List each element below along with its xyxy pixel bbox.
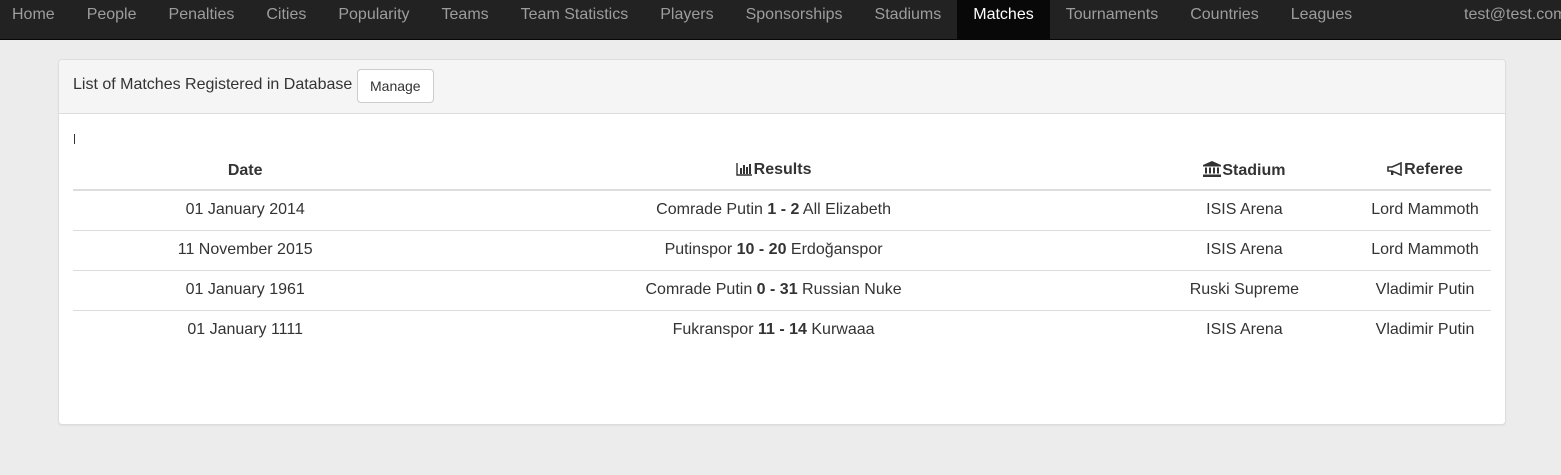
match-score: 0 - 31 (756, 281, 798, 298)
cell-referee: Vladimir Putin (1359, 270, 1491, 311)
nav-item-teams[interactable]: Teams (426, 0, 505, 39)
nav-item-popularity[interactable]: Popularity (322, 0, 425, 39)
nav-item-stadiums[interactable]: Stadiums (859, 0, 958, 39)
nav-list: Home People Penalties Cities Popularity … (0, 0, 1368, 39)
cell-stadium: Ruski Supreme (1129, 270, 1360, 311)
table-row: 01 January 1111 Fukranspor 11 - 14 Kurwa… (73, 310, 1491, 350)
bar-chart-icon (735, 162, 753, 181)
cell-date: 11 November 2015 (73, 230, 418, 271)
nav-item-sponsorships[interactable]: Sponsorships (730, 0, 859, 39)
home-team: Comrade Putin (645, 281, 753, 298)
cell-results: Putinspor 10 - 20 Erdoğanspor (417, 230, 1130, 271)
table-row: 01 January 2014 Comrade Putin 1 - 2 All … (73, 190, 1491, 231)
nav-item-countries[interactable]: Countries (1174, 0, 1274, 39)
nav-item-penalties[interactable]: Penalties (153, 0, 251, 39)
manage-button[interactable]: Manage (357, 69, 434, 103)
cell-referee: Vladimir Putin (1359, 310, 1491, 350)
table-header-row: Date Results Stadium Referee (73, 153, 1491, 191)
panel-heading: List of Matches Registered in Database M… (59, 60, 1505, 114)
nav-item-players[interactable]: Players (644, 0, 729, 39)
cell-stadium: ISIS Arena (1206, 201, 1283, 218)
nav-item-cities[interactable]: Cities (250, 0, 322, 39)
away-team: Russian Nuke (802, 281, 902, 298)
header-referee: Referee (1359, 153, 1491, 191)
building-icon (1203, 160, 1222, 182)
header-results-label: Results (753, 161, 812, 178)
home-team: Fukranspor (672, 321, 754, 338)
nav-item-matches[interactable]: Matches (957, 0, 1050, 39)
matches-panel: List of Matches Registered in Database M… (58, 59, 1506, 425)
top-navbar: Home People Penalties Cities Popularity … (0, 0, 1561, 40)
nav-user-email[interactable]: test@test.com (1464, 0, 1561, 39)
nav-item-people[interactable]: People (71, 0, 153, 39)
header-date-label: Date (227, 162, 263, 179)
matches-table: Date Results Stadium Referee 01 January … (73, 153, 1491, 350)
away-team: Kurwaaa (811, 321, 875, 338)
match-score: 1 - 2 (767, 201, 800, 218)
away-team: Erdoğanspor (790, 241, 883, 258)
home-team: Comrade Putin (656, 201, 763, 218)
header-stadium: Stadium (1129, 153, 1360, 191)
cell-date: 01 January 2014 (185, 201, 305, 218)
cell-results: Comrade Putin 0 - 31 Russian Nuke (417, 270, 1130, 311)
cell-date: 01 January 1111 (73, 310, 418, 350)
cell-stadium: ISIS Arena (1129, 310, 1360, 350)
panel-title: List of Matches Registered in Database (73, 76, 353, 93)
cell-referee: Lord Mammoth (1371, 201, 1479, 218)
nav-item-leagues[interactable]: Leagues (1275, 0, 1368, 39)
cell-date: 01 January 1961 (73, 270, 418, 311)
home-team: Putinspor (664, 241, 733, 258)
nav-item-home[interactable]: Home (0, 0, 71, 39)
match-score: 11 - 14 (757, 321, 807, 338)
header-date: Date (73, 153, 418, 191)
table-row: 11 November 2015 Putinspor 10 - 20 Erdoğ… (73, 230, 1491, 271)
table-row: 01 January 1961 Comrade Putin 0 - 31 Rus… (73, 270, 1491, 311)
header-referee-label: Referee (1404, 161, 1463, 178)
cell-results: Comrade Putin 1 - 2 All Elizabeth (417, 190, 1129, 231)
cell-referee: Lord Mammoth (1359, 230, 1491, 271)
header-results: Results (417, 153, 1130, 191)
away-team: All Elizabeth (802, 201, 891, 218)
cell-stadium: ISIS Arena (1129, 230, 1360, 271)
megaphone-icon (1387, 161, 1403, 181)
match-score: 10 - 20 (736, 241, 787, 258)
nav-item-team-statistics[interactable]: Team Statistics (505, 0, 645, 39)
text-cursor-mark (74, 134, 75, 144)
cell-results: Fukranspor 11 - 14 Kurwaaa (417, 310, 1130, 350)
nav-item-tournaments[interactable]: Tournaments (1050, 0, 1175, 39)
header-stadium-label: Stadium (1222, 161, 1286, 179)
